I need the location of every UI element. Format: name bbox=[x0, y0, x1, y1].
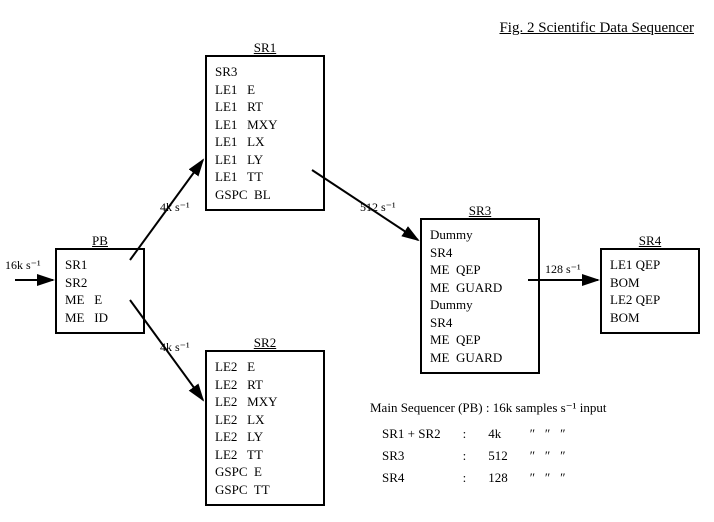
legend-row: SR1 + SR2 : 4k ″ ″ ″ bbox=[372, 424, 576, 444]
legend-cell: SR4 bbox=[372, 468, 451, 488]
cell: LE2 TT bbox=[215, 446, 315, 464]
node-sr4-header: SR4 bbox=[639, 232, 661, 250]
node-sr4: SR4 LE1 QEP BOM LE2 QEP BOM bbox=[600, 248, 700, 334]
cell: GSPC BL bbox=[215, 186, 315, 204]
cell: LE1 QEP bbox=[610, 256, 690, 274]
cell: SR2 bbox=[65, 274, 135, 292]
cell: ME QEP bbox=[430, 331, 530, 349]
cell: BOM bbox=[610, 274, 690, 292]
node-sr2: SR2 LE2 E LE2 RT LE2 MXY LE2 LX LE2 LY L… bbox=[205, 350, 325, 506]
legend-cell: SR1 + SR2 bbox=[372, 424, 451, 444]
legend-cell: ″ ″ ″ bbox=[520, 424, 576, 444]
cell: SR4 bbox=[430, 314, 530, 332]
legend-cell: 128 bbox=[478, 468, 518, 488]
cell: GSPC E bbox=[215, 463, 315, 481]
cell: LE1 MXY bbox=[215, 116, 315, 134]
node-sr3: SR3 Dummy SR4 ME QEP ME GUARD Dummy SR4 … bbox=[420, 218, 540, 374]
cell: SR4 bbox=[430, 244, 530, 262]
legend-cell: 512 bbox=[478, 446, 518, 466]
cell: LE2 LX bbox=[215, 411, 315, 429]
legend-cell: ″ ″ ″ bbox=[520, 468, 576, 488]
cell: LE1 TT bbox=[215, 168, 315, 186]
cell: LE2 QEP bbox=[610, 291, 690, 309]
node-sr1: SR1 SR3 LE1 E LE1 RT LE1 MXY LE1 LX LE1 … bbox=[205, 55, 325, 211]
cell: ME GUARD bbox=[430, 279, 530, 297]
legend-header: Main Sequencer (PB) : 16k samples s⁻¹ in… bbox=[370, 400, 606, 416]
node-sr2-header: SR2 bbox=[254, 334, 276, 352]
legend-cell: ″ ″ ″ bbox=[520, 446, 576, 466]
cell: LE1 RT bbox=[215, 98, 315, 116]
rate-pb-sr2: 4k s⁻¹ bbox=[160, 340, 190, 355]
legend-cell: 4k bbox=[478, 424, 518, 444]
cell: ME ID bbox=[65, 309, 135, 327]
legend-cell: : bbox=[453, 424, 477, 444]
legend: Main Sequencer (PB) : 16k samples s⁻¹ in… bbox=[370, 400, 606, 490]
cell: LE1 LX bbox=[215, 133, 315, 151]
cell: BOM bbox=[610, 309, 690, 327]
figure-title: Fig. 2 Scientific Data Sequencer bbox=[499, 20, 694, 37]
cell: Dummy bbox=[430, 296, 530, 314]
cell: SR1 bbox=[65, 256, 135, 274]
cell: SR3 bbox=[215, 63, 315, 81]
node-sr1-header: SR1 bbox=[254, 39, 276, 57]
legend-row: SR4 : 128 ″ ″ ″ bbox=[372, 468, 576, 488]
cell: GSPC TT bbox=[215, 481, 315, 499]
rate-pb-sr1: 4k s⁻¹ bbox=[160, 200, 190, 215]
cell: LE2 MXY bbox=[215, 393, 315, 411]
rate-sr1-sr3: 512 s⁻¹ bbox=[360, 200, 396, 215]
cell: LE2 RT bbox=[215, 376, 315, 394]
cell: LE2 E bbox=[215, 358, 315, 376]
cell: LE1 LY bbox=[215, 151, 315, 169]
node-pb-header: PB bbox=[92, 232, 108, 250]
legend-table: SR1 + SR2 : 4k ″ ″ ″ SR3 : 512 ″ ″ ″ SR4… bbox=[370, 422, 578, 490]
legend-cell: : bbox=[453, 468, 477, 488]
cell: ME QEP bbox=[430, 261, 530, 279]
node-sr3-header: SR3 bbox=[469, 202, 491, 220]
rate-input: 16k s⁻¹ bbox=[5, 258, 41, 273]
legend-cell: SR3 bbox=[372, 446, 451, 466]
legend-row: SR3 : 512 ″ ″ ″ bbox=[372, 446, 576, 466]
rate-sr3-sr4: 128 s⁻¹ bbox=[545, 262, 581, 277]
cell: ME GUARD bbox=[430, 349, 530, 367]
cell: ME E bbox=[65, 291, 135, 309]
node-pb: PB SR1 SR2 ME E ME ID bbox=[55, 248, 145, 334]
cell: LE1 E bbox=[215, 81, 315, 99]
cell: Dummy bbox=[430, 226, 530, 244]
cell: LE2 LY bbox=[215, 428, 315, 446]
legend-cell: : bbox=[453, 446, 477, 466]
